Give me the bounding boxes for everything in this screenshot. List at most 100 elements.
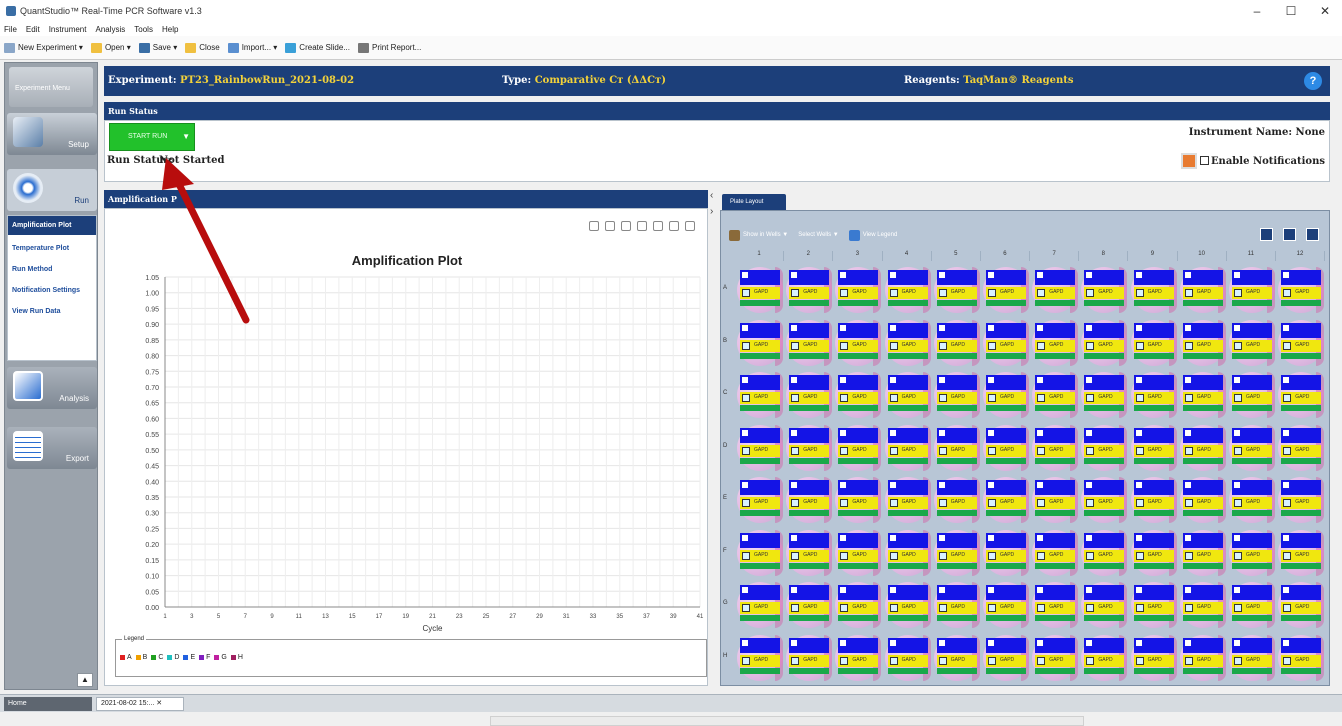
nav-temperature-plot[interactable]: Temperature Plot <box>12 241 92 256</box>
close-button[interactable]: ✕ <box>1308 0 1342 22</box>
plate-well[interactable]: GAPD <box>786 319 833 366</box>
start-run-button[interactable]: START RUN ▼ <box>109 123 195 151</box>
nav-run-method[interactable]: Run Method <box>12 262 92 277</box>
plate-well[interactable]: GAPD <box>1081 529 1128 576</box>
plate-well[interactable]: GAPD <box>786 424 833 471</box>
plate-well[interactable]: GAPD <box>1032 634 1079 681</box>
plate-well[interactable]: GAPD <box>786 529 833 576</box>
plate-well[interactable]: GAPD <box>933 582 980 628</box>
plate-well[interactable]: GAPD <box>1032 319 1079 366</box>
view-legend-button[interactable]: View Legend <box>848 229 897 241</box>
plate-well[interactable]: GAPD <box>983 267 1029 313</box>
plate-well[interactable]: GAPD <box>737 477 783 523</box>
plate-well[interactable]: GAPD <box>1278 634 1325 681</box>
plate-well[interactable]: GAPD <box>1179 267 1226 313</box>
select-wells-dropdown[interactable]: Select Wells ▼ <box>798 232 839 238</box>
notification-icon[interactable] <box>1181 153 1197 169</box>
plate-well[interactable]: GAPD <box>1278 529 1325 576</box>
plate-well[interactable]: GAPD <box>737 634 783 681</box>
plate-well[interactable]: GAPD <box>884 267 931 313</box>
plate-well[interactable]: GAPD <box>1229 267 1275 313</box>
plate-well[interactable]: GAPD <box>1130 319 1177 366</box>
maximize-button[interactable]: ☐ <box>1274 0 1308 22</box>
plate-well[interactable]: GAPD <box>1130 529 1177 576</box>
plate-well[interactable]: GAPD <box>1081 372 1128 418</box>
tab-plate-layout[interactable]: Plate Layout <box>722 194 786 210</box>
nav-amplification-plot[interactable]: Amplification Plot <box>8 216 96 235</box>
plate-well[interactable]: GAPD <box>983 372 1029 418</box>
table-view-icon[interactable] <box>1283 228 1296 241</box>
column-header[interactable]: 9 <box>1128 251 1178 261</box>
plate-well[interactable]: GAPD <box>1081 634 1128 681</box>
plate-well[interactable]: GAPD <box>1081 424 1128 471</box>
plate-well[interactable]: GAPD <box>786 267 833 313</box>
plate-well[interactable]: GAPD <box>1032 424 1079 471</box>
plate-well[interactable]: GAPD <box>835 477 882 523</box>
column-header[interactable]: 4 <box>883 251 932 261</box>
chart-settings-icon[interactable] <box>669 221 679 231</box>
plate-well[interactable]: GAPD <box>1032 477 1079 523</box>
plate-well[interactable]: GAPD <box>933 477 980 523</box>
plate-well[interactable]: GAPD <box>1081 319 1128 366</box>
plate-well[interactable]: GAPD <box>1278 424 1325 471</box>
plate-well[interactable]: GAPD <box>835 319 882 366</box>
plate-well[interactable]: GAPD <box>884 319 931 366</box>
plate-well[interactable]: GAPD <box>1229 634 1275 681</box>
plate-well[interactable]: GAPD <box>835 582 882 628</box>
plate-well[interactable]: GAPD <box>1278 372 1325 418</box>
amplification-plot[interactable]: 1.05 1.00 0.95 0.90 0.85 0.80 0.75 0.70 0.65 0.60… <box>115 267 705 637</box>
plate-well[interactable]: GAPD <box>835 424 882 471</box>
plate-well[interactable]: GAPD <box>1179 477 1226 523</box>
plate-well[interactable]: GAPD <box>1229 319 1275 366</box>
close-doc-button[interactable]: Close <box>185 42 220 53</box>
plate-well[interactable]: GAPD <box>1179 372 1226 418</box>
plate-well[interactable]: GAPD <box>1229 477 1275 523</box>
plate-well[interactable]: GAPD <box>1130 267 1177 313</box>
menu-analysis[interactable]: Analysis <box>95 25 125 34</box>
enable-notifications-checkbox[interactable]: Enable Notifications <box>1199 156 1325 167</box>
save-image-icon[interactable] <box>653 221 663 231</box>
print-icon[interactable] <box>621 221 631 231</box>
nav-notification-settings[interactable]: Notification Settings <box>12 283 92 298</box>
plate-well[interactable]: GAPD <box>786 477 833 523</box>
document-tab[interactable]: 2021-08-02 15:... ✕ <box>96 697 184 711</box>
plate-view-icon[interactable] <box>1260 228 1273 241</box>
plate-well[interactable]: GAPD <box>1130 477 1177 523</box>
plate-well[interactable]: GAPD <box>1179 319 1226 366</box>
plate-well[interactable]: GAPD <box>1278 582 1325 628</box>
row-header[interactable]: C <box>723 390 727 396</box>
zoom-in-icon[interactable] <box>589 221 599 231</box>
collapse-right-icon[interactable]: › <box>710 206 713 217</box>
column-header[interactable]: 7 <box>1030 251 1080 261</box>
menu-instrument[interactable]: Instrument <box>49 25 87 34</box>
column-header[interactable]: 8 <box>1079 251 1129 261</box>
plate-well[interactable]: GAPD <box>786 634 833 681</box>
checkbox-icon[interactable] <box>1199 156 1209 165</box>
plate-well[interactable]: GAPD <box>1229 582 1275 628</box>
plate-well[interactable]: GAPD <box>983 529 1029 576</box>
new-experiment-button[interactable]: New Experiment ▾ <box>4 42 83 53</box>
plate-well[interactable]: GAPD <box>1179 582 1226 628</box>
plate-well[interactable]: GAPD <box>983 582 1029 628</box>
plate-well[interactable]: GAPD <box>983 634 1029 681</box>
analysis-section[interactable]: Analysis <box>7 367 97 409</box>
plate-well[interactable]: GAPD <box>1032 529 1079 576</box>
plate-well[interactable]: GAPD <box>835 267 882 313</box>
plate-well[interactable]: GAPD <box>983 424 1029 471</box>
setup-section[interactable]: Setup <box>7 113 97 155</box>
plate-well[interactable]: GAPD <box>1278 319 1325 366</box>
plate-well[interactable]: GAPD <box>835 372 882 418</box>
plate-well[interactable]: GAPD <box>933 319 980 366</box>
plate-well[interactable]: GAPD <box>1032 372 1079 418</box>
column-header[interactable]: 11 <box>1227 251 1276 261</box>
plate-well[interactable]: GAPD <box>1179 529 1226 576</box>
create-slide-button[interactable]: Create Slide... <box>285 42 350 53</box>
plate-well[interactable]: GAPD <box>786 582 833 628</box>
plate-well[interactable]: GAPD <box>737 582 783 628</box>
plate-well[interactable]: GAPD <box>1130 634 1177 681</box>
plate-well[interactable]: GAPD <box>884 477 931 523</box>
fit-view-icon[interactable] <box>1306 228 1319 241</box>
plate-well[interactable]: GAPD <box>1081 477 1128 523</box>
plate-well[interactable]: GAPD <box>737 267 783 313</box>
home-tab[interactable]: Home <box>4 697 92 711</box>
